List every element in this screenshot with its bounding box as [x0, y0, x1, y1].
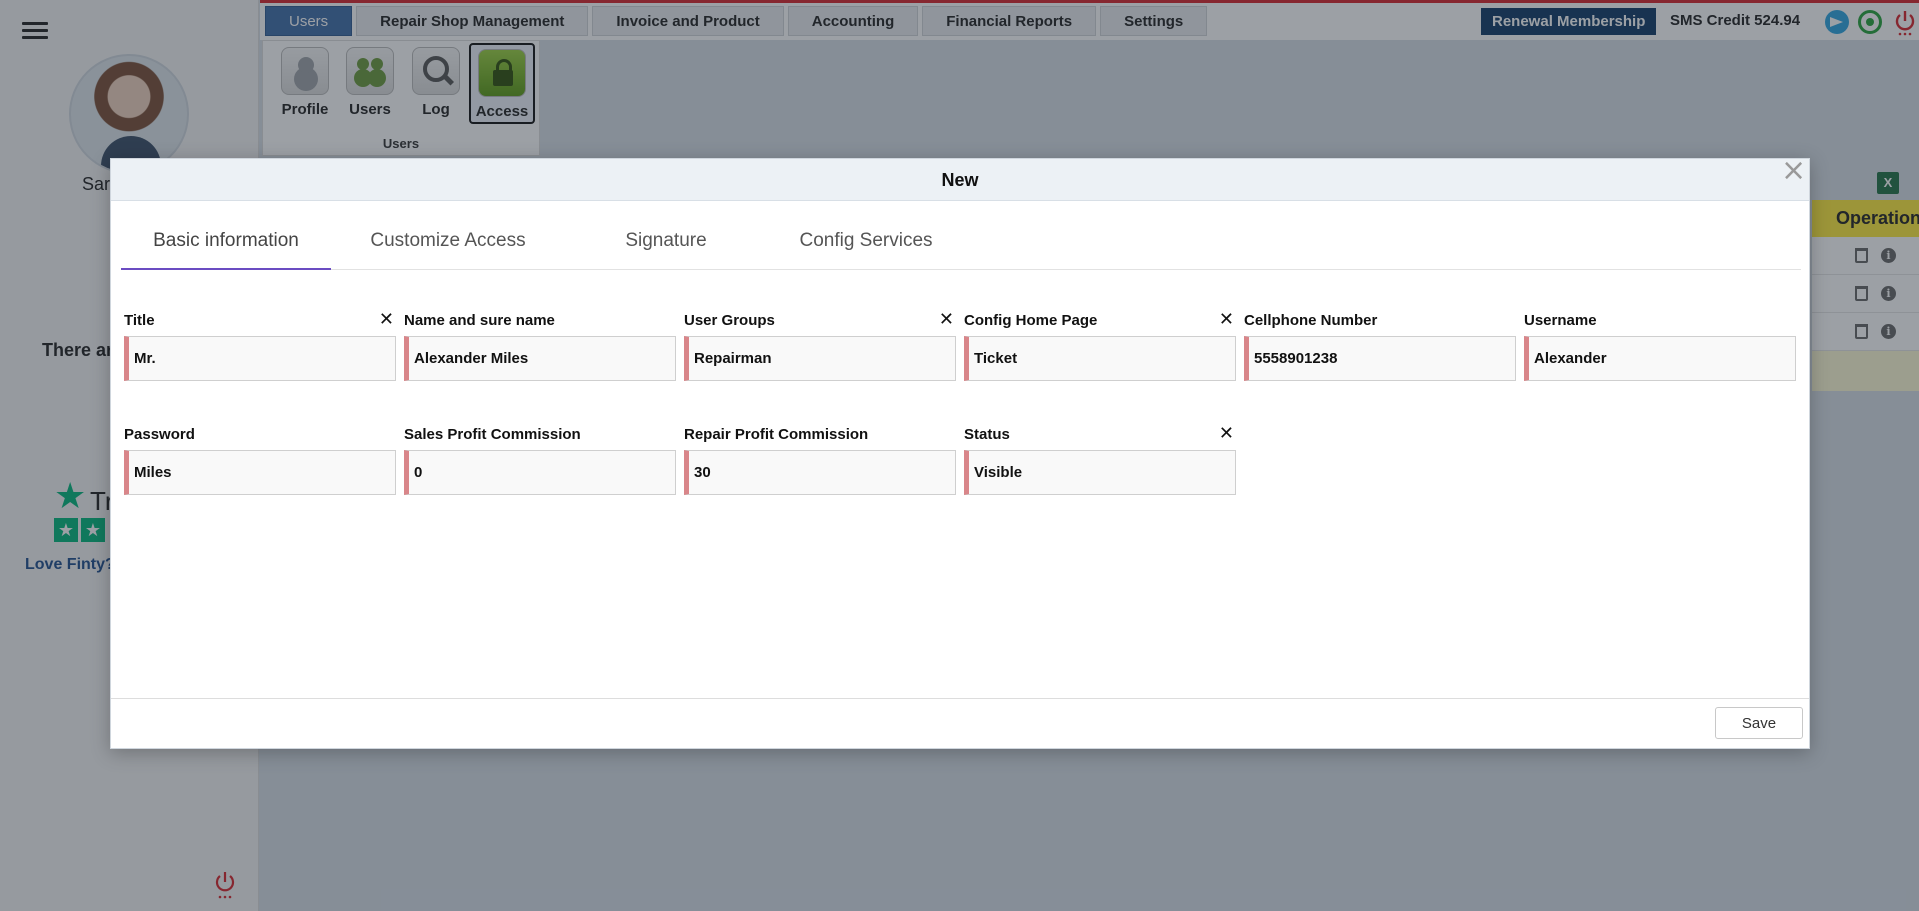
repair-commission-label: Repair Profit Commission — [684, 426, 869, 443]
config-home-page-label-text: Config Home Page — [964, 312, 1098, 329]
tab-basic-information[interactable]: Basic information — [121, 211, 331, 270]
clear-icon[interactable]: ✕ — [1219, 311, 1234, 329]
config-home-page-label: Config Home Page ✕ — [964, 311, 1236, 330]
user-groups-field: User Groups ✕ — [684, 311, 956, 381]
modal-title: New — [941, 170, 979, 190]
close-icon[interactable]: × — [1781, 156, 1806, 186]
new-user-modal: New × Basic information Customize Access… — [110, 156, 1810, 749]
password-input[interactable] — [124, 450, 396, 495]
user-groups-select[interactable] — [684, 336, 956, 381]
tab-customize-access[interactable]: Customize Access — [357, 211, 539, 270]
cellphone-label: Cellphone Number — [1244, 312, 1378, 329]
status-label: Status ✕ — [964, 425, 1236, 444]
status-field: Status ✕ — [964, 425, 1236, 495]
repair-commission-field: Repair Profit Commission — [684, 426, 956, 495]
save-button[interactable]: Save — [1715, 707, 1803, 739]
username-input[interactable] — [1524, 336, 1796, 381]
title-field: Title ✕ — [124, 311, 396, 381]
user-groups-label: User Groups ✕ — [684, 311, 956, 330]
username-field: Username — [1524, 312, 1796, 381]
modal-header: New × — [111, 156, 1809, 201]
clear-icon[interactable]: ✕ — [379, 311, 394, 329]
sales-commission-input[interactable] — [404, 450, 676, 495]
tab-signature[interactable]: Signature — [601, 211, 731, 270]
password-label: Password — [124, 426, 195, 443]
title-label: Title ✕ — [124, 311, 396, 330]
full-name-field: Name and sure name — [404, 312, 676, 381]
password-field: Password — [124, 426, 396, 495]
tab-config-services[interactable]: Config Services — [781, 211, 951, 270]
clear-icon[interactable]: ✕ — [939, 311, 954, 329]
title-label-text: Title — [124, 312, 155, 329]
status-select[interactable] — [964, 450, 1236, 495]
full-name-input[interactable] — [404, 336, 676, 381]
sales-commission-field: Sales Profit Commission — [404, 426, 676, 495]
sales-commission-label: Sales Profit Commission — [404, 426, 581, 443]
username-label: Username — [1524, 312, 1597, 329]
modal-footer: Save — [111, 698, 1809, 748]
user-groups-label-text: User Groups — [684, 312, 775, 329]
clear-icon[interactable]: ✕ — [1219, 425, 1234, 443]
config-home-page-select[interactable] — [964, 336, 1236, 381]
cellphone-field: Cellphone Number — [1244, 312, 1516, 381]
status-label-text: Status — [964, 426, 1010, 443]
repair-commission-input[interactable] — [684, 450, 956, 495]
title-input[interactable] — [124, 336, 396, 381]
full-name-label: Name and sure name — [404, 312, 555, 329]
cellphone-input[interactable] — [1244, 336, 1516, 381]
modal-tabs: Basic information Customize Access Signa… — [121, 211, 1801, 270]
config-home-page-field: Config Home Page ✕ — [964, 311, 1236, 381]
